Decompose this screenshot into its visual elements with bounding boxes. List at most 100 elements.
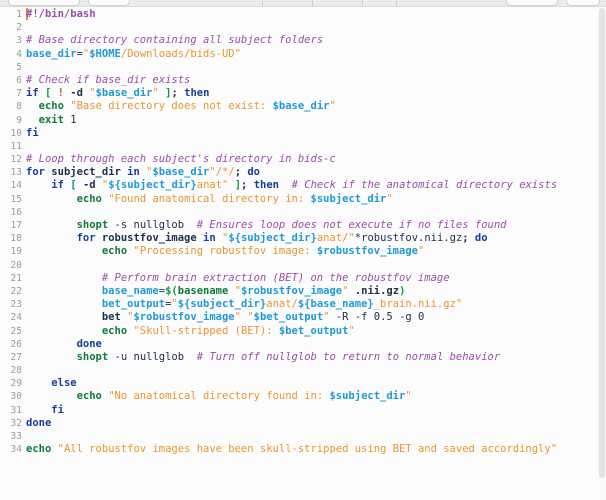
- line-content: shopt -u nullglob # Turn off nullglob to…: [76, 350, 501, 363]
- code-line[interactable]: 32 done: [0, 417, 606, 430]
- line-number: 8: [16, 101, 22, 113]
- line-content: done: [76, 337, 102, 350]
- line-number: 31: [10, 404, 22, 416]
- toolbar-button-2[interactable]: [88, 0, 130, 6]
- line-number: 18: [10, 233, 22, 245]
- line-content: for subject_dir in "$base_dir"/*/; do: [26, 166, 260, 179]
- code-line[interactable]: 30 echo "No anatomical directory found i…: [0, 390, 606, 403]
- vertical-scrollbar[interactable]: [598, 8, 606, 500]
- code-line[interactable]: 27 shopt -u nullglob # Turn off nullglob…: [0, 351, 606, 364]
- line-number: 6: [16, 74, 22, 86]
- code-line[interactable]: 24 bet "$robustfov_image" "$bet_output" …: [0, 311, 606, 324]
- code-line[interactable]: 4 base_dir="$HOME/Downloads/bids-UD": [0, 48, 606, 61]
- vertical-scrollbar-thumb[interactable]: [599, 8, 605, 478]
- line-number: 26: [10, 338, 22, 350]
- code-line[interactable]: 12 # Loop through each subject's director…: [0, 153, 606, 166]
- code-line[interactable]: 20: [0, 259, 606, 272]
- code-line[interactable]: 19 echo "Processing robustfov image: $ro…: [0, 245, 606, 258]
- line-number: 4: [16, 48, 22, 60]
- code-line[interactable]: 14 if [ -d "${subject_dir}anat" ]; then …: [0, 179, 606, 192]
- code-line[interactable]: 28: [0, 364, 606, 377]
- line-number: 2: [16, 22, 22, 34]
- code-line[interactable]: 15 echo "Found anatomical directory in: …: [0, 193, 606, 206]
- code-line[interactable]: 2: [0, 21, 606, 34]
- code-line[interactable]: 7 if [ ! -d "$base_dir" ]; then: [0, 87, 606, 100]
- line-number: 11: [10, 140, 22, 152]
- code-line[interactable]: 34 echo "All robustfov images have been s…: [0, 443, 606, 456]
- line-content: echo "Skull-stripped (BET): $bet_output": [101, 324, 355, 337]
- line-number: 12: [10, 154, 22, 166]
- line-number: 20: [10, 259, 22, 271]
- line-number: 14: [10, 180, 22, 192]
- code-line[interactable]: 11: [0, 140, 606, 153]
- line-content: for robustfov_image in "${subject_dir}an…: [76, 232, 488, 245]
- line-number: 16: [10, 206, 22, 218]
- code-line[interactable]: 22 base_name=$(basename "$robustfov_imag…: [0, 285, 606, 298]
- code-line[interactable]: 3 # Base directory containing all subject…: [0, 34, 606, 47]
- code-line[interactable]: 8 echo "Base directory does not exist: $…: [0, 100, 606, 113]
- line-number: 24: [10, 312, 22, 324]
- line-content: exit 1: [38, 113, 77, 126]
- line-number: 32: [10, 417, 22, 429]
- toolbar-button-1[interactable]: [8, 0, 80, 6]
- code-line[interactable]: 21 # Perform brain extraction (BET) on t…: [0, 272, 606, 285]
- code-line[interactable]: 23 bet_output="${subject_dir}anat/${base…: [0, 298, 606, 311]
- line-number: 34: [10, 444, 22, 456]
- line-content: else: [51, 377, 77, 390]
- line-number: 13: [10, 167, 22, 179]
- line-content: base_dir="$HOME/Downloads/bids-UD": [26, 47, 241, 60]
- line-number: 33: [10, 431, 22, 442]
- line-number: 15: [10, 193, 22, 205]
- code-line[interactable]: 1 #!/bin/bash: [0, 8, 606, 21]
- line-content: bet_output="${subject_dir}anat/${base_na…: [101, 298, 463, 311]
- code-line[interactable]: 9 exit 1: [0, 114, 606, 127]
- toolbar-strip: [0, 0, 606, 7]
- code-line[interactable]: 16: [0, 206, 606, 219]
- line-content: fi: [26, 126, 39, 139]
- line-number: 7: [16, 88, 22, 100]
- line-number: 10: [10, 127, 22, 139]
- line-number: 29: [10, 378, 22, 390]
- line-content: bet "$robustfov_image" "$bet_output" -R …: [101, 311, 425, 324]
- line-number: 22: [10, 285, 22, 297]
- toolbar-separator-2: [312, 0, 313, 6]
- line-content: echo "All robustfov images have been sku…: [26, 443, 558, 456]
- line-number: 5: [16, 61, 22, 73]
- line-content: if [ -d "${subject_dir}anat" ]; then # C…: [51, 179, 558, 192]
- line-content: # Check if base_dir exists: [26, 73, 191, 86]
- line-number: 19: [10, 246, 22, 258]
- code-line[interactable]: 31 fi: [0, 404, 606, 417]
- line-number: 28: [10, 365, 22, 377]
- toolbar-separator-4: [396, 0, 397, 6]
- code-line[interactable]: 6 # Check if base_dir exists: [0, 74, 606, 87]
- line-content: shopt -s nullglob # Ensures loop does no…: [76, 219, 507, 231]
- code-line[interactable]: 26 done: [0, 338, 606, 351]
- line-number: 30: [10, 391, 22, 403]
- code-text-area[interactable]: 1 #!/bin/bash 2 3 # Base directory contain…: [0, 8, 606, 500]
- line-number: 25: [10, 325, 22, 337]
- line-number: 1: [16, 9, 22, 20]
- code-line[interactable]: 10 fi: [0, 127, 606, 140]
- toolbar-button-3[interactable]: [506, 0, 558, 6]
- code-line[interactable]: 5: [0, 61, 606, 74]
- toolbar-separator-3: [362, 0, 363, 6]
- line-content: base_name=$(basename "$robustfov_image" …: [101, 284, 406, 297]
- line-number: 17: [10, 220, 22, 231]
- code-line[interactable]: 17 shopt -s nullglob # Ensures loop does…: [0, 219, 606, 232]
- line-content: # Base directory containing all subject …: [26, 34, 324, 47]
- line-content: if [ ! -d "$base_dir" ]; then: [26, 87, 210, 100]
- code-line[interactable]: 13 for subject_dir in "$base_dir"/*/; do: [0, 166, 606, 179]
- line-number: 9: [16, 114, 22, 126]
- line-content: echo "Found anatomical directory in: $su…: [76, 192, 393, 205]
- line-content: echo "Base directory does not exist: $ba…: [38, 100, 336, 113]
- code-line[interactable]: 29 else: [0, 377, 606, 390]
- line-content: done: [26, 416, 52, 429]
- code-editor-window: 1 #!/bin/bash 2 3 # Base directory contain…: [0, 0, 606, 500]
- toolbar-separator-1: [262, 0, 263, 6]
- code-line[interactable]: 25 echo "Skull-stripped (BET): $bet_outp…: [0, 325, 606, 338]
- line-content: echo "Processing robustfov image: $robus…: [101, 245, 425, 258]
- line-content: # Perform brain extraction (BET) on the …: [101, 271, 450, 284]
- code-line[interactable]: 33: [0, 430, 606, 443]
- toolbar-button-4[interactable]: [566, 0, 600, 6]
- code-line[interactable]: 18 for robustfov_image in "${subject_dir…: [0, 232, 606, 245]
